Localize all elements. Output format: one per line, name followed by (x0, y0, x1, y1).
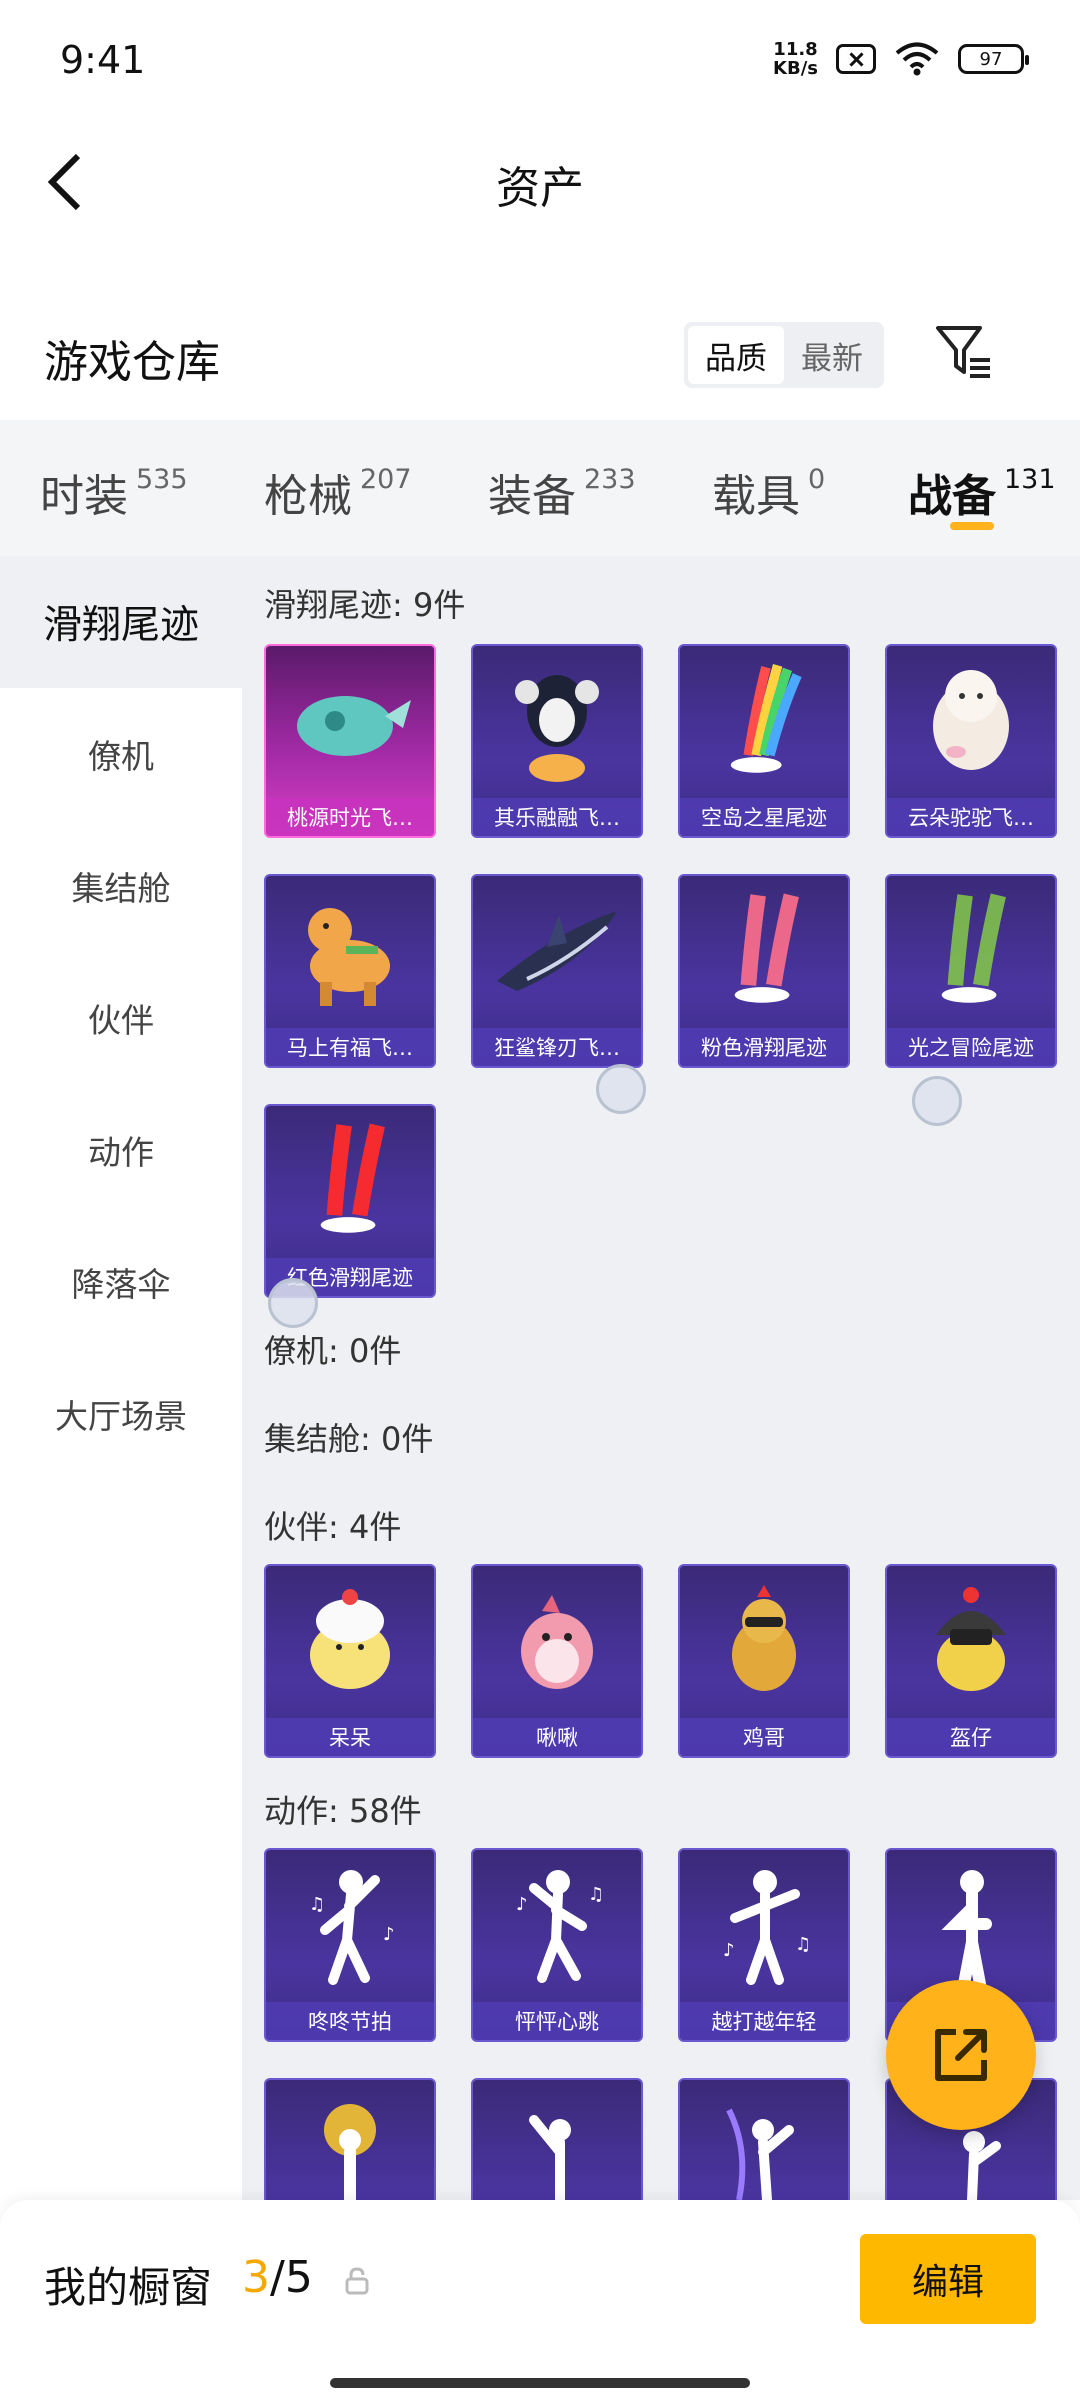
tab-equipment[interactable]: 装备 233 (488, 460, 636, 524)
home-indicator[interactable] (330, 2378, 750, 2388)
item-card[interactable]: 空岛之星尾迹 (678, 644, 850, 838)
item-card[interactable]: 盔仔 (885, 1564, 1057, 1758)
touch-indicator (268, 1278, 318, 1328)
section-title-glide-trail: 滑翔尾迹: 9件 (264, 586, 466, 624)
section-title-partner: 伙伴: 4件 (264, 1508, 402, 1546)
item-grid-panel: 滑翔尾迹: 9件 桃源时光飞… 其乐融融飞… 空岛之星尾迹 云朵驼驼飞… 马上有… (242, 556, 1080, 2200)
battery-indicator: 97 (958, 44, 1029, 74)
touch-indicator (596, 1064, 646, 1114)
svg-text:♪: ♪ (383, 1924, 395, 1945)
no-sim-icon (836, 44, 876, 74)
filter-icon[interactable] (934, 322, 994, 382)
item-card[interactable]: ♪ ♫ 越打越年轻 (678, 1848, 850, 2042)
item-card[interactable]: 云朵驼驼飞… (885, 644, 1057, 838)
status-time: 9:41 (60, 38, 146, 82)
helmet-chick-partner-image (887, 1566, 1055, 1716)
section-title-rally-pod: 集结舱: 0件 (264, 1420, 434, 1458)
showcase-bar: 我的橱窗 3/5 编辑 (0, 2200, 1080, 2400)
green-trail-image (941, 893, 1006, 1003)
red-trail-image (320, 1123, 385, 1233)
dance-emote-image: ♫ ♪ (266, 1850, 434, 2000)
sidebar-item-wingman[interactable]: 僚机 (0, 688, 242, 820)
item-card[interactable]: 红色滑翔尾迹 (264, 1104, 436, 1298)
network-speed: 11.8 KB/s (773, 39, 818, 79)
page-title: 资产 (496, 163, 584, 214)
sidebar-item-partner[interactable]: 伙伴 (0, 952, 242, 1084)
item-card[interactable]: 鸡哥 (678, 1564, 850, 1758)
tab-active-indicator (950, 522, 994, 530)
showcase-label: 我的橱窗 (44, 2263, 213, 2312)
share-icon (935, 2029, 987, 2081)
item-card[interactable]: ♪ ♫ 怦怦心跳 (471, 1848, 643, 2042)
sort-newest-button[interactable]: 最新 (784, 326, 880, 384)
item-card[interactable] (678, 2078, 850, 2200)
svg-text:♫: ♫ (795, 1934, 811, 1955)
section-title-emote: 动作: 58件 (264, 1792, 422, 1830)
edit-button[interactable]: 编辑 (860, 2234, 1036, 2324)
rooster-partner-image (680, 1566, 848, 1716)
sidebar-item-parachute[interactable]: 降落伞 (0, 1216, 242, 1348)
tab-fashion[interactable]: 时装 535 (40, 460, 188, 524)
sort-quality-button[interactable]: 品质 (688, 326, 784, 384)
sidebar-item-rally-pod[interactable]: 集结舱 (0, 820, 242, 952)
svg-text:♪: ♪ (723, 1940, 735, 1961)
item-card[interactable]: 粉色滑翔尾迹 (678, 874, 850, 1068)
section-title-wingman: 僚机: 0件 (264, 1332, 402, 1370)
horse-glider-image (266, 876, 434, 1026)
tab-combat-prep[interactable]: 战备 131 (908, 460, 1056, 524)
item-card[interactable]: 呆呆 (264, 1564, 436, 1758)
wave-emote-image (473, 2080, 641, 2200)
sidebar-item-lobby-scene[interactable]: 大厅场景 (0, 1348, 242, 1480)
item-card[interactable] (471, 2078, 643, 2200)
wifi-icon (895, 42, 939, 76)
alpaca-glider-image (887, 646, 1055, 796)
svg-text:♪: ♪ (516, 1894, 528, 1915)
spin-emote-image (680, 2080, 848, 2200)
tab-firearms[interactable]: 枪械 207 (264, 460, 412, 524)
status-bar: 9:41 11.8 KB/s 97 (0, 0, 1080, 120)
item-card[interactable]: 马上有福飞… (264, 874, 436, 1068)
item-card[interactable]: 光之冒险尾迹 (885, 874, 1057, 1068)
sort-toggle: 品质 最新 (684, 322, 884, 388)
touch-indicator (912, 1076, 962, 1126)
young-emote-image: ♪ ♫ (680, 1850, 848, 2000)
item-card[interactable]: 狂鲨锋刃飞… (471, 874, 643, 1068)
item-card[interactable]: 其乐融融飞… (471, 644, 643, 838)
warehouse-title: 游戏仓库 (44, 337, 220, 388)
chick-partner-image (266, 1566, 434, 1716)
pink-trail-image (734, 893, 799, 1003)
item-card[interactable]: 桃源时光飞… (264, 644, 436, 838)
lock-icon (345, 2267, 369, 2295)
item-card[interactable]: ♫ ♪ 咚咚节拍 (264, 1848, 436, 2042)
share-button[interactable] (886, 1980, 1036, 2130)
pose-emote-image (887, 1850, 1055, 2000)
heartbeat-emote-image: ♪ ♫ (473, 1850, 641, 2000)
shark-glider-image (473, 876, 641, 1026)
sidebar: 滑翔尾迹 僚机 集结舱 伙伴 动作 降落伞 大厅场景 (0, 556, 242, 2400)
bird-partner-image (473, 1566, 641, 1716)
tab-vehicles[interactable]: 载具 0 (712, 460, 825, 524)
glider-image (266, 646, 434, 796)
svg-text:♫: ♫ (309, 1894, 325, 1915)
rainbow-trail-image (730, 663, 802, 773)
sidebar-item-glide-trail[interactable]: 滑翔尾迹 (0, 556, 242, 688)
svg-text:♫: ♫ (588, 1884, 604, 1905)
item-card[interactable]: 啾啾 (471, 1564, 643, 1758)
item-card[interactable] (264, 2078, 436, 2200)
status-icons: 11.8 KB/s 97 (773, 39, 1029, 79)
burst-emote-image (266, 2080, 434, 2200)
sidebar-item-emote[interactable]: 动作 (0, 1084, 242, 1216)
showcase-count: 3/5 (242, 2252, 313, 2303)
penguin-glider-image (473, 646, 641, 796)
